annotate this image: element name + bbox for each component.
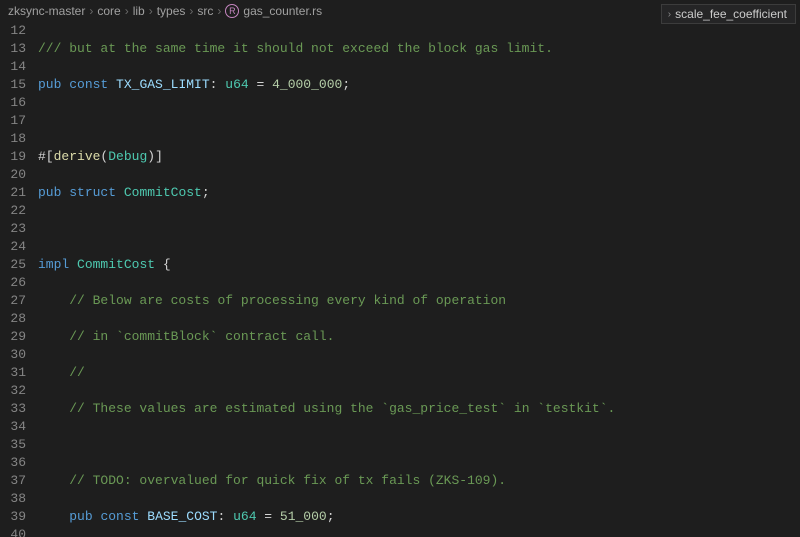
code-line[interactable]: [38, 112, 800, 130]
line-number: 39: [0, 508, 26, 526]
chevron-right-icon: ›: [89, 4, 93, 18]
type: u64: [225, 77, 248, 92]
punct: :: [210, 77, 226, 92]
line-number: 30: [0, 346, 26, 364]
line-number: 20: [0, 166, 26, 184]
number: 4_000_000: [272, 77, 342, 92]
code-line[interactable]: // TODO: overvalued for quick fix of tx …: [38, 472, 800, 490]
comment: // These values are estimated using the …: [69, 401, 615, 416]
comment: // in `commitBlock` contract call.: [69, 329, 334, 344]
chevron-right-icon: ›: [668, 9, 671, 20]
line-number: 34: [0, 418, 26, 436]
punct: ;: [342, 77, 350, 92]
line-number: 27: [0, 292, 26, 310]
line-number: 26: [0, 274, 26, 292]
line-number: 15: [0, 76, 26, 94]
punct: =: [257, 509, 280, 524]
punct: {: [155, 257, 171, 272]
chevron-right-icon: ›: [149, 4, 153, 18]
line-number: 17: [0, 112, 26, 130]
type: u64: [233, 509, 256, 524]
keyword: pub: [38, 185, 61, 200]
code-line[interactable]: /// but at the same time it should not e…: [38, 40, 800, 58]
keyword: pub: [69, 509, 92, 524]
punct: ): [147, 149, 155, 164]
number: 51_000: [280, 509, 327, 524]
code-line[interactable]: impl CommitCost {: [38, 256, 800, 274]
comment: // Below are costs of processing every k…: [69, 293, 506, 308]
line-number: 31: [0, 364, 26, 382]
breadcrumb-seg[interactable]: types: [157, 4, 186, 18]
rust-file-icon: R: [225, 4, 239, 18]
type: Debug: [108, 149, 147, 164]
references-peek-item[interactable]: › scale_fee_coefficient: [661, 4, 796, 24]
line-number: 12: [0, 22, 26, 40]
line-number: 29: [0, 328, 26, 346]
chevron-right-icon: ›: [125, 4, 129, 18]
punct: #[: [38, 149, 54, 164]
line-number: 38: [0, 490, 26, 508]
line-number: 18: [0, 130, 26, 148]
code-editor[interactable]: 12 13 14 15 16 17 18 19 20 21 22 23 24 2…: [0, 22, 800, 537]
line-number: 35: [0, 436, 26, 454]
identifier: BASE_COST: [147, 509, 217, 524]
line-number: 40: [0, 526, 26, 537]
type: CommitCost: [77, 257, 155, 272]
comment: // TODO: overvalued for quick fix of tx …: [69, 473, 506, 488]
code-line[interactable]: #[derive(Debug)]: [38, 148, 800, 166]
chevron-right-icon: ›: [189, 4, 193, 18]
code-line[interactable]: // Below are costs of processing every k…: [38, 292, 800, 310]
keyword: struct: [69, 185, 116, 200]
line-number: 28: [0, 310, 26, 328]
comment: //: [69, 365, 85, 380]
code-line[interactable]: // in `commitBlock` contract call.: [38, 328, 800, 346]
identifier: TX_GAS_LIMIT: [116, 77, 210, 92]
line-number: 25: [0, 256, 26, 274]
code-line[interactable]: //: [38, 364, 800, 382]
line-number: 19: [0, 148, 26, 166]
code-line[interactable]: // These values are estimated using the …: [38, 400, 800, 418]
line-number: 23: [0, 220, 26, 238]
type: CommitCost: [124, 185, 202, 200]
breadcrumb-seg[interactable]: core: [97, 4, 120, 18]
breadcrumb-seg[interactable]: lib: [133, 4, 145, 18]
peek-label: scale_fee_coefficient: [675, 7, 787, 21]
line-number: 21: [0, 184, 26, 202]
chevron-right-icon: ›: [217, 4, 221, 18]
keyword: pub: [38, 77, 61, 92]
code-area[interactable]: /// but at the same time it should not e…: [38, 22, 800, 537]
line-number: 16: [0, 94, 26, 112]
code-line[interactable]: [38, 436, 800, 454]
keyword: impl: [38, 257, 69, 272]
macro: derive: [54, 149, 101, 164]
breadcrumb-file[interactable]: gas_counter.rs: [243, 4, 322, 18]
keyword: const: [100, 509, 139, 524]
line-number: 32: [0, 382, 26, 400]
line-number-gutter: 12 13 14 15 16 17 18 19 20 21 22 23 24 2…: [0, 22, 38, 537]
punct: ;: [202, 185, 210, 200]
line-number: 14: [0, 58, 26, 76]
line-number: 24: [0, 238, 26, 256]
line-number: 36: [0, 454, 26, 472]
keyword: const: [69, 77, 108, 92]
comment: /// but at the same time it should not e…: [38, 41, 553, 56]
punct: :: [217, 509, 233, 524]
code-line[interactable]: pub const TX_GAS_LIMIT: u64 = 4_000_000;: [38, 76, 800, 94]
line-number: 37: [0, 472, 26, 490]
line-number: 22: [0, 202, 26, 220]
punct: =: [249, 77, 272, 92]
code-line[interactable]: pub struct CommitCost;: [38, 184, 800, 202]
code-line[interactable]: [38, 220, 800, 238]
breadcrumb-seg[interactable]: src: [197, 4, 213, 18]
code-line[interactable]: pub const BASE_COST: u64 = 51_000;: [38, 508, 800, 526]
line-number: 33: [0, 400, 26, 418]
punct: ;: [327, 509, 335, 524]
line-number: 13: [0, 40, 26, 58]
punct: ]: [155, 149, 163, 164]
breadcrumb-seg[interactable]: zksync-master: [8, 4, 85, 18]
